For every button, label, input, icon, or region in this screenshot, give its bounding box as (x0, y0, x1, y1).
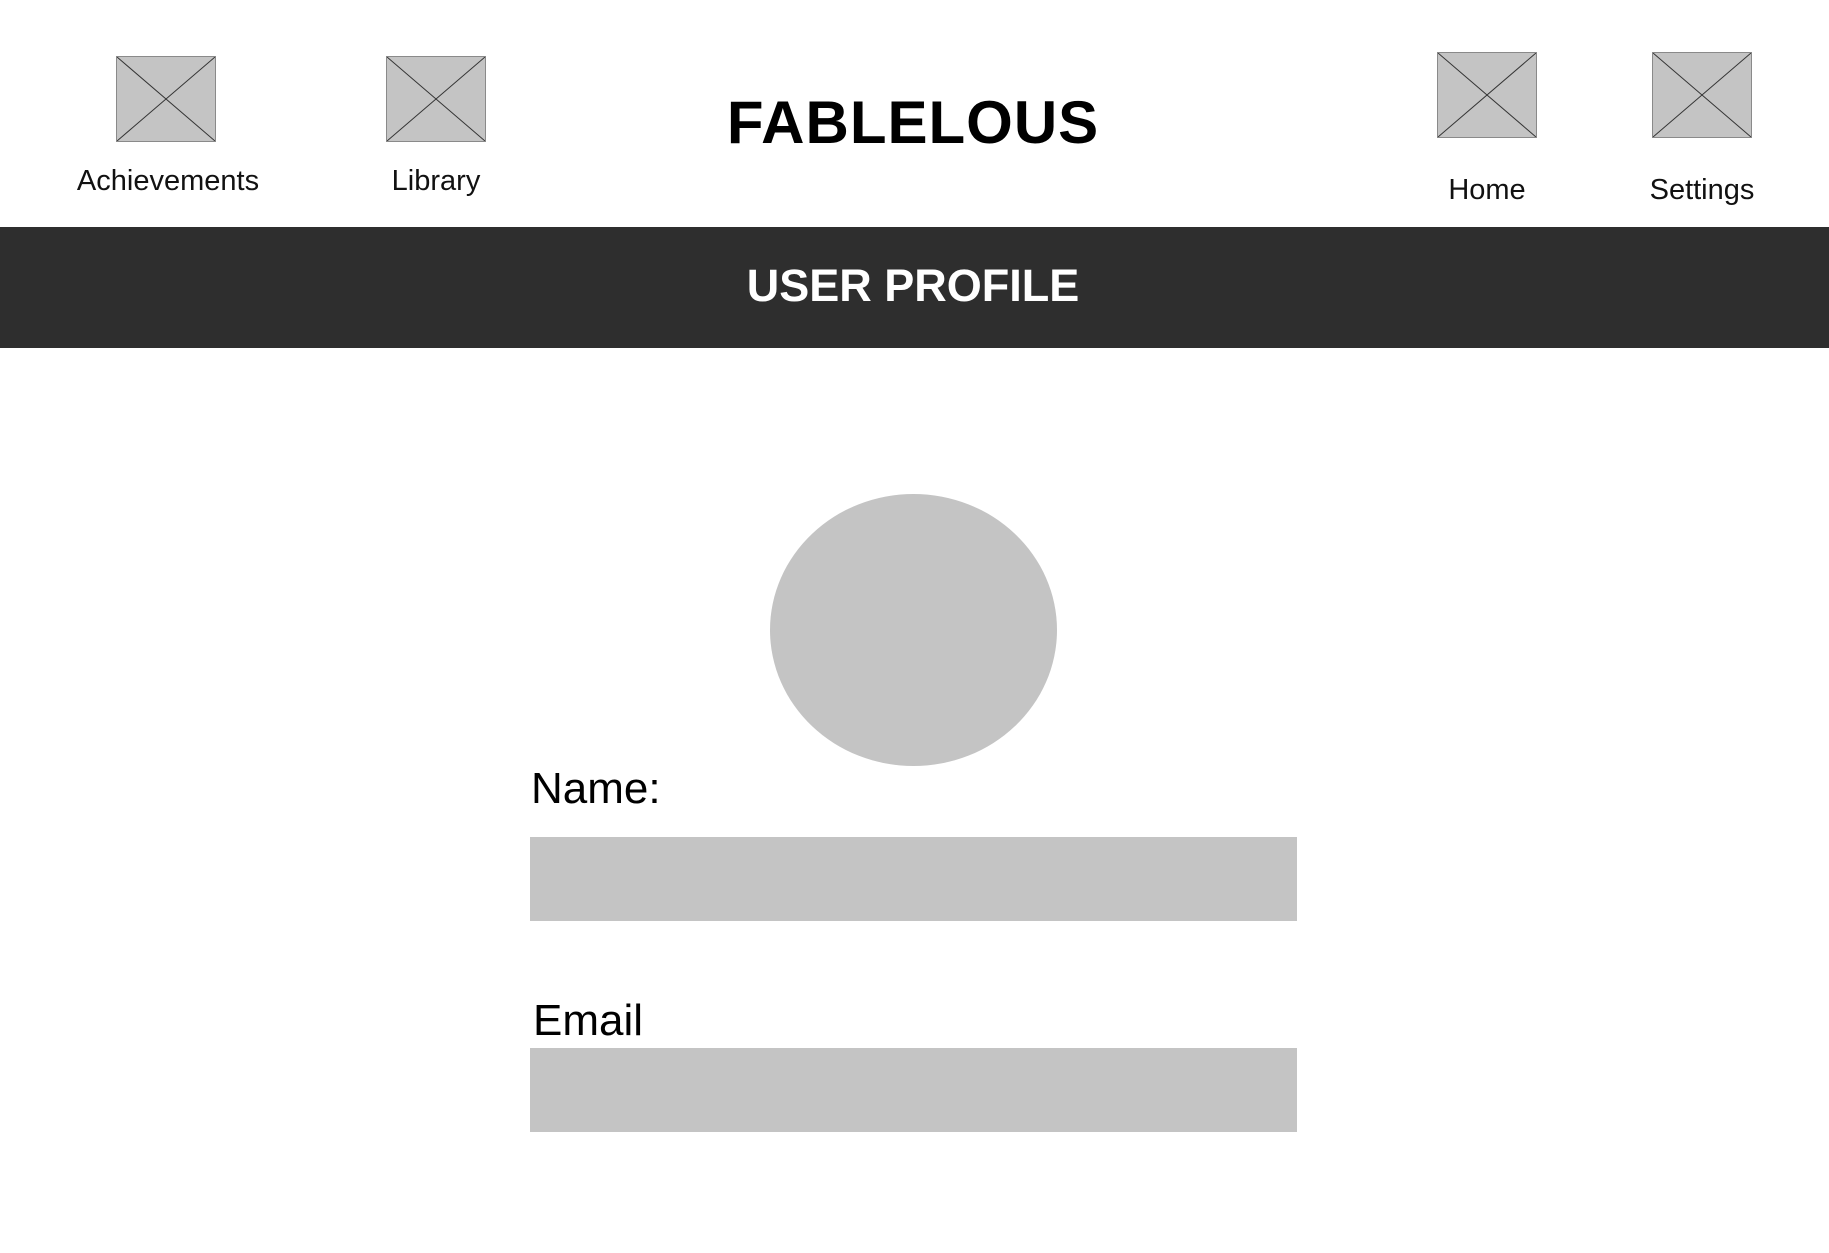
user-profile-page: Achievements Library FABLELOUS Home Sett… (0, 0, 1829, 1253)
nav-achievements-label[interactable]: Achievements (77, 164, 259, 198)
image-placeholder-icon[interactable] (1652, 52, 1752, 138)
email-input[interactable] (530, 1048, 1297, 1132)
nav-library-label[interactable]: Library (392, 164, 481, 198)
name-input[interactable] (530, 837, 1297, 921)
image-placeholder-icon[interactable] (1437, 52, 1537, 138)
nav-home-label[interactable]: Home (1448, 173, 1525, 207)
name-label: Name: (531, 764, 661, 813)
nav-settings[interactable]: Settings (0, 0, 1754, 206)
image-placeholder-icon[interactable] (116, 56, 216, 142)
image-placeholder-icon[interactable] (386, 56, 486, 142)
avatar[interactable] (770, 494, 1057, 766)
nav-settings-label[interactable]: Settings (1650, 173, 1755, 207)
app-title: FABLELOUS (726, 89, 1100, 156)
email-label: Email (533, 996, 644, 1045)
page-title: USER PROFILE (746, 260, 1080, 311)
